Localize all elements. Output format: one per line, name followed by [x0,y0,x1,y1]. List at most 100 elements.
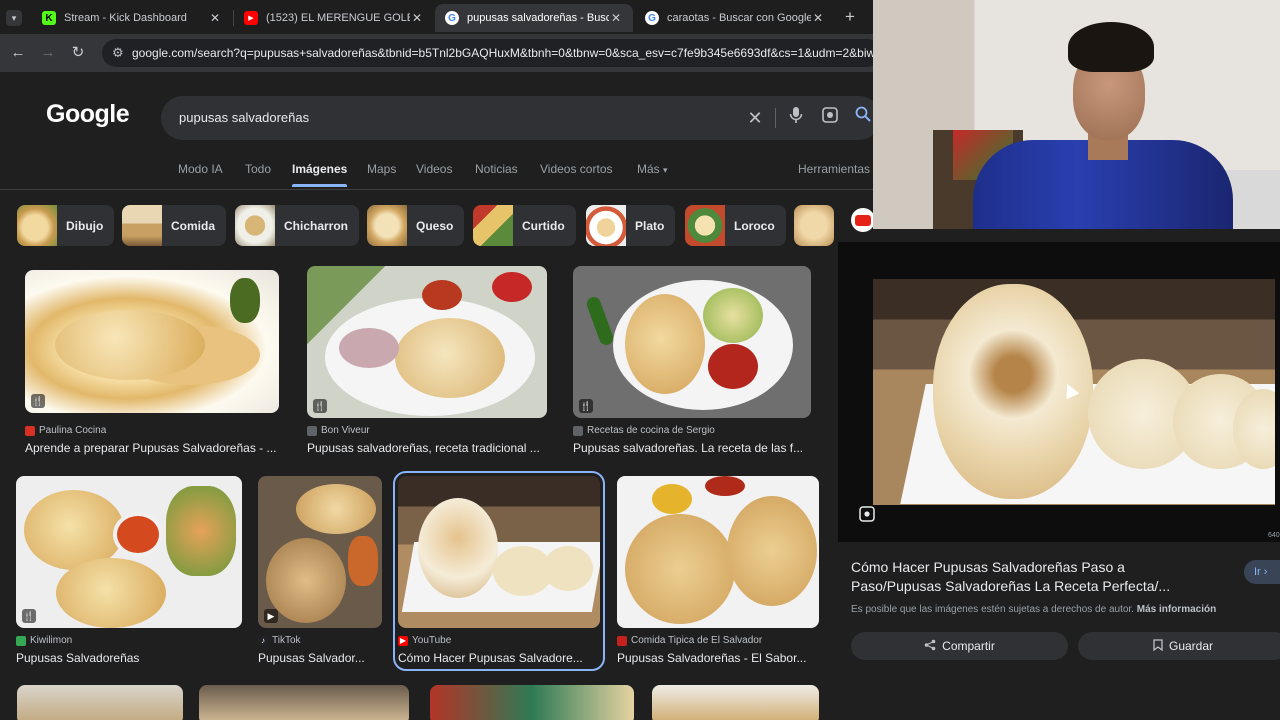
share-button[interactable]: Compartir [851,632,1068,660]
chip-more[interactable] [794,205,834,246]
image-result[interactable]: ▶ ♪ TikTok Pupusas Salvador... [258,476,382,666]
tab-videos-cortos[interactable]: Videos cortos [540,162,613,176]
new-tab-button[interactable]: + [840,7,860,27]
tab-mas[interactable]: Más ▾ [637,162,668,176]
tab-maps[interactable]: Maps [367,162,396,176]
result-image[interactable]: 🍴 [16,476,242,628]
image-result[interactable]: 🍴 Bon Viveur Pupusas salvadoreñas, recet… [307,266,547,461]
result-image[interactable] [199,685,409,720]
recipe-icon: 🍴 [313,399,327,413]
image-result[interactable]: Comida Tipica de El Salvador Pupusas Sal… [617,476,819,666]
result-image[interactable] [652,685,819,720]
forward-icon[interactable]: → [38,43,58,63]
result-image[interactable]: ▶ [258,476,382,628]
result-image[interactable]: 🍴 [25,270,279,413]
pupusa-illustration [395,318,505,398]
image-result-selected[interactable]: ▶ YouTube Cómo Hacer Pupusas Salvadore... [393,471,605,671]
result-source: Bon Viveur [307,425,370,436]
chip-chicharron[interactable]: Chicharron [235,205,360,246]
browser-tab-kick[interactable]: K Stream - Kick Dashboard ✕ [32,4,232,32]
chip-comida[interactable]: Comida [122,205,227,246]
address-bar[interactable]: ⚙ google.com/search?q=pupusas+salvadoreñ… [102,39,882,67]
tab-noticias[interactable]: Noticias [475,162,518,176]
result-image[interactable]: 🍴 [307,266,547,418]
chip-curtido[interactable]: Curtido [473,205,576,246]
chip-loroco[interactable]: Loroco [685,205,786,246]
search-box[interactable]: pupusas salvadoreñas ✕ [161,96,881,140]
save-button[interactable]: Guardar [1078,632,1280,660]
visit-button[interactable]: Ir › [1244,560,1280,584]
preview-image[interactable] [873,279,1275,505]
result-caption[interactable]: Pupusas salvadoreñas. La receta de las f… [573,441,813,455]
result-image[interactable] [430,685,634,720]
image-result[interactable]: 🍴 Kiwilimon Pupusas Salvadoreñas [16,476,242,666]
image-result[interactable] [652,685,819,720]
result-image[interactable] [617,476,819,628]
chip-thumbnail [794,205,834,246]
youtube-overlay-icon [851,208,875,232]
chip-label: Chicharron [284,218,349,233]
site-settings-icon[interactable]: ⚙ [112,45,124,61]
tab-todo[interactable]: Todo [245,162,271,176]
tab-modo-ia[interactable]: Modo IA [178,162,223,176]
chip-queso[interactable]: Queso [367,205,465,246]
reload-icon[interactable]: ↻ [68,43,88,63]
clear-icon[interactable]: ✕ [743,106,767,130]
result-caption[interactable]: Pupusas Salvadoreñas - El Sabor... [617,651,819,665]
source-favicon [307,425,317,436]
tab-title: Stream - Kick Dashboard [64,12,187,24]
result-image[interactable]: 🍴 [573,266,811,418]
microphone-icon[interactable] [784,106,808,130]
lens-camera-icon[interactable] [818,106,842,130]
source-name: Recetas de cocina de Sergio [587,425,715,436]
result-caption[interactable]: Pupusas Salvador... [258,651,382,665]
address-url[interactable]: google.com/search?q=pupusas+salvadoreñas… [132,46,877,60]
youtube-icon: ▶ [244,11,258,25]
chip-plato[interactable]: Plato [586,205,676,246]
result-caption[interactable]: Pupusas salvadoreñas, receta tradicional… [307,441,547,455]
result-image[interactable] [398,476,600,628]
close-tab-icon[interactable]: ✕ [811,11,825,25]
source-favicon [25,425,35,436]
preview-media: 640 [838,242,1280,542]
tab-title: pupusas salvadoreñas - Buscar [467,12,609,24]
tab-search-chevron[interactable]: ▾ [6,10,22,26]
browser-tab-caraotas[interactable]: G caraotas - Buscar con Google ✕ [635,4,835,32]
video-play-icon: ▶ [264,609,278,623]
tab-imagenes[interactable]: Imágenes [292,162,348,187]
browser-tab-youtube[interactable]: ▶ (1523) EL MERENGUE GOLEÓ Y ✕ [234,4,434,32]
source-name: Comida Tipica de El Salvador [631,635,763,646]
bookmark-icon [1153,638,1163,654]
preview-title[interactable]: Cómo Hacer Pupusas Salvadoreñas Paso a P… [851,558,1211,596]
result-source: Comida Tipica de El Salvador [617,635,762,646]
image-result[interactable] [430,685,634,720]
pickle-illustration [230,278,260,323]
close-tab-icon[interactable]: ✕ [609,11,623,25]
header-divider [0,189,873,190]
source-name: TikTok [272,635,301,646]
chip-dibujo[interactable]: Dibujo [17,205,115,246]
image-result[interactable] [17,685,183,720]
result-caption[interactable]: Cómo Hacer Pupusas Salvadore... [398,651,600,665]
close-tab-icon[interactable]: ✕ [208,11,222,25]
chevron-right-icon: › [1263,566,1268,578]
back-icon[interactable]: ← [8,43,28,63]
search-icon[interactable] [851,106,875,130]
search-input[interactable]: pupusas salvadoreñas [179,110,309,125]
more-info-link[interactable]: Más información [1137,604,1216,615]
image-result[interactable]: 🍴 Paulina Cocina Aprende a preparar Pupu… [25,270,280,460]
image-result[interactable]: 🍴 Recetas de cocina de Sergio Pupusas sa… [573,266,813,461]
tab-videos[interactable]: Videos [416,162,452,176]
tools-button[interactable]: Herramientas [798,162,870,176]
result-caption[interactable]: Pupusas Salvadoreñas [16,651,242,665]
google-logo[interactable]: Google [46,100,130,129]
result-caption[interactable]: Aprende a preparar Pupusas Salvadoreñas … [25,441,280,455]
image-result[interactable] [199,685,409,720]
share-label: Compartir [942,639,995,653]
result-image[interactable] [17,685,183,720]
close-tab-icon[interactable]: ✕ [410,11,424,25]
browser-tab-pupusas[interactable]: G pupusas salvadoreñas - Buscar ✕ [435,4,633,32]
recipe-icon: 🍴 [31,394,45,408]
recipe-icon: 🍴 [579,399,593,413]
lens-search-icon[interactable] [857,506,877,526]
